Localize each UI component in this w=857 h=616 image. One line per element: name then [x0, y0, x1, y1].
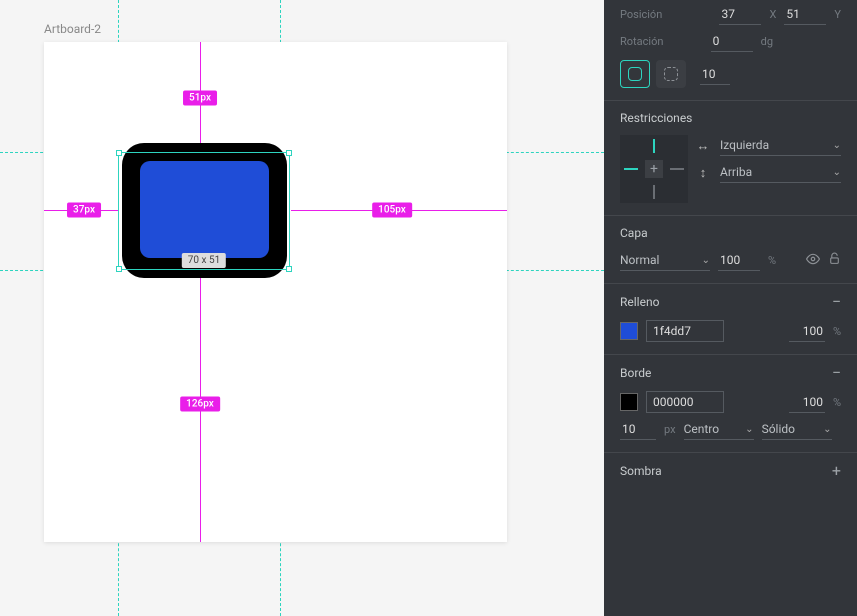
position-label: Posición — [620, 8, 662, 21]
selection-handle-ne[interactable] — [286, 150, 292, 156]
layer-label: Capa — [620, 226, 648, 240]
border-style-value: Sólido — [762, 422, 795, 436]
opacity-unit: % — [768, 254, 776, 267]
border-hex-input[interactable] — [646, 391, 724, 413]
border-position-value: Centro — [684, 422, 720, 436]
measure-label-bottom: 126px — [180, 397, 220, 412]
shadow-label: Sombra — [620, 464, 662, 478]
constraint-h-value: Izquierda — [720, 138, 769, 152]
border-position-select[interactable]: Centro ⌄ — [684, 419, 754, 440]
constraints-label: Restricciones — [620, 111, 692, 125]
constraint-center[interactable]: + — [645, 160, 663, 178]
visibility-toggle-icon[interactable] — [806, 252, 820, 270]
horizontal-arrows-icon: ↔ — [696, 138, 710, 154]
chevron-down-icon: ⌄ — [833, 167, 841, 178]
rotation-input[interactable] — [711, 31, 753, 52]
measure-label-top: 51px — [183, 91, 217, 106]
remove-border-button[interactable]: − — [832, 365, 841, 381]
section-border: Borde − % px Centro ⌄ Sólido ⌄ — [604, 355, 857, 453]
corner-radius-input[interactable] — [700, 64, 730, 85]
section-constraints: Restricciones + ↔ Izquierda ⌄ ↕ — [604, 101, 857, 216]
constraint-edge-top[interactable] — [653, 139, 655, 153]
position-x-input[interactable] — [719, 4, 761, 25]
lock-toggle-icon[interactable] — [828, 252, 841, 269]
position-y-input[interactable] — [784, 4, 826, 25]
constraint-edge-left[interactable] — [624, 168, 638, 170]
constraint-v-select[interactable]: Arriba ⌄ — [720, 162, 841, 183]
fill-color-swatch[interactable] — [620, 322, 638, 340]
border-label: Borde — [620, 366, 651, 380]
section-fill: Relleno − % — [604, 284, 857, 355]
border-width-input[interactable] — [620, 419, 656, 440]
selection-outline[interactable]: 70 x 51 — [118, 152, 290, 270]
properties-panel: Posición X Y Rotación dg Restricciones — [604, 0, 857, 616]
corner-radius-individual-button[interactable] — [656, 60, 686, 88]
measure-label-left: 37px — [67, 203, 101, 218]
section-layer: Capa Normal ⌄ % — [604, 216, 857, 284]
constraint-v-value: Arriba — [720, 165, 752, 179]
rotation-label: Rotación — [620, 35, 663, 48]
border-opacity-input[interactable] — [789, 392, 825, 413]
selection-handle-nw[interactable] — [116, 150, 122, 156]
corner-radius-uniform-button[interactable] — [620, 60, 650, 88]
measure-label-right: 105px — [372, 203, 412, 218]
border-opacity-unit: % — [833, 396, 841, 409]
chevron-down-icon: ⌄ — [745, 424, 753, 435]
remove-fill-button[interactable]: − — [832, 294, 841, 310]
selection-handle-sw[interactable] — [116, 266, 122, 272]
fill-opacity-unit: % — [833, 325, 841, 338]
section-transform: Posición X Y Rotación dg — [604, 0, 857, 101]
dimensions-label: 70 x 51 — [182, 253, 226, 268]
layer-opacity-input[interactable] — [718, 250, 760, 271]
artboard-label[interactable]: Artboard-2 — [44, 22, 101, 36]
blend-mode-select[interactable]: Normal ⌄ — [620, 250, 710, 271]
border-width-unit: px — [664, 423, 676, 436]
y-label: Y — [834, 8, 841, 21]
x-label: X — [769, 8, 776, 21]
rotation-unit: dg — [761, 35, 773, 48]
border-style-select[interactable]: Sólido ⌄ — [762, 419, 832, 440]
chevron-down-icon: ⌄ — [833, 140, 841, 151]
fill-opacity-input[interactable] — [789, 321, 825, 342]
canvas-area[interactable]: Artboard-2 51px 37px 105px 126px 70 x 51 — [0, 0, 604, 616]
chevron-down-icon: ⌄ — [702, 255, 710, 266]
blend-mode-value: Normal — [620, 253, 659, 267]
constraints-widget[interactable]: + — [620, 135, 688, 203]
fill-hex-input[interactable] — [646, 320, 724, 342]
add-shadow-button[interactable]: + — [832, 463, 841, 479]
constraint-edge-right[interactable] — [670, 168, 684, 170]
artboard[interactable]: 51px 37px 105px 126px 70 x 51 — [44, 42, 507, 542]
chevron-down-icon: ⌄ — [823, 424, 831, 435]
border-color-swatch[interactable] — [620, 393, 638, 411]
constraint-edge-bottom[interactable] — [653, 185, 655, 199]
fill-label: Relleno — [620, 295, 659, 309]
vertical-arrows-icon: ↕ — [696, 165, 710, 181]
selection-handle-se[interactable] — [286, 266, 292, 272]
section-shadow: Sombra + — [604, 453, 857, 491]
constraint-h-select[interactable]: Izquierda ⌄ — [720, 135, 841, 156]
